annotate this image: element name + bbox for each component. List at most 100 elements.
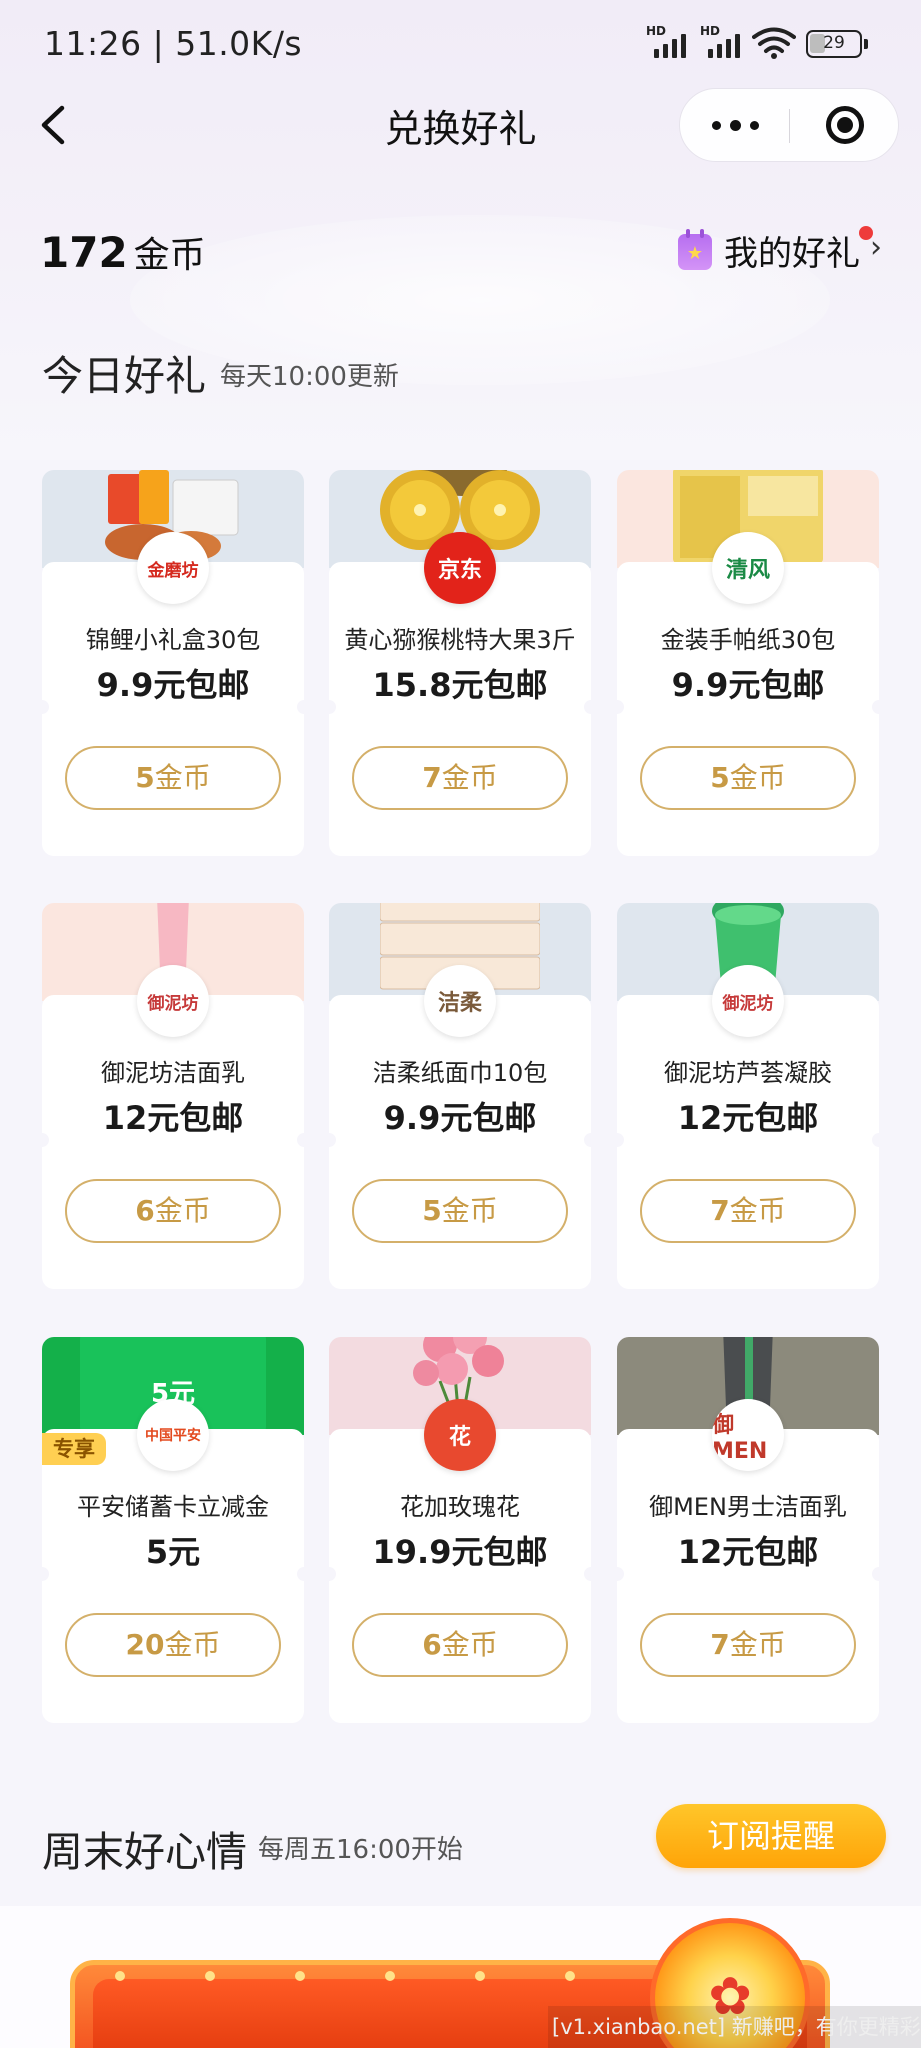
redeem-cost: 20 bbox=[125, 1628, 165, 1661]
product-card[interactable]: 御泥坊御泥坊芦荟凝胶 12元包邮 7金币 bbox=[617, 903, 879, 1289]
brand-logo-icon: 御泥坊 bbox=[137, 965, 209, 1037]
weekend-section-subtitle: 每周五16:00开始 bbox=[258, 1835, 463, 1865]
brand-logo-text: 京东 bbox=[437, 558, 482, 583]
product-name: 金装手帕纸30包 bbox=[660, 626, 836, 654]
product-body bbox=[617, 1429, 879, 1723]
redeem-button[interactable]: 6金币 bbox=[352, 1613, 568, 1677]
product-body bbox=[42, 562, 304, 856]
product-price: 12元包邮 bbox=[102, 1099, 244, 1137]
redeem-cost-unit: 金币 bbox=[441, 1194, 498, 1227]
redeem-button[interactable]: 7金币 bbox=[640, 1613, 856, 1677]
product-body bbox=[329, 995, 591, 1289]
product-name: 花加玫瑰花 bbox=[400, 1493, 520, 1521]
signal-2-icon: HD bbox=[700, 24, 744, 60]
redeem-cost: 5 bbox=[710, 761, 730, 794]
product-body bbox=[617, 562, 879, 856]
signal-1-icon: HD bbox=[646, 24, 690, 60]
brand-logo-text: 御泥坊 bbox=[147, 993, 199, 1014]
product-card[interactable]: 京东黄心猕猴桃特大果3斤 15.8元包邮 7金币 bbox=[329, 470, 591, 856]
product-card[interactable]: 花花加玫瑰花 19.9元包邮 6金币 bbox=[329, 1337, 591, 1723]
mini-program-capsule bbox=[679, 88, 899, 162]
product-name: 洁柔纸面巾10包 bbox=[372, 1059, 548, 1087]
more-dots-icon[interactable] bbox=[680, 89, 789, 161]
subscribe-reminder-button[interactable]: 订阅提醒 bbox=[656, 1804, 886, 1868]
brand-logo-text: 清风 bbox=[725, 558, 770, 583]
redeem-button[interactable]: 6金币 bbox=[65, 1179, 281, 1243]
product-name: 御MEN男士洁面乳 bbox=[649, 1493, 847, 1521]
product-name: 黄心猕猴桃特大果3斤 bbox=[344, 626, 576, 654]
redeem-cost: 7 bbox=[422, 761, 442, 794]
brand-logo-text: 中国平安 bbox=[145, 1428, 201, 1444]
redeem-cost-unit: 金币 bbox=[441, 1628, 498, 1661]
redeem-button[interactable]: 7金币 bbox=[352, 746, 568, 810]
brand-logo-text: 金磨坊 bbox=[147, 560, 199, 581]
redeem-cost-unit: 金币 bbox=[154, 761, 211, 794]
product-price: 12元包邮 bbox=[677, 1099, 819, 1137]
brand-logo-icon: 御MEN bbox=[712, 1399, 784, 1471]
brand-logo-icon: 花 bbox=[424, 1399, 496, 1471]
coin-count: 172 bbox=[40, 228, 128, 277]
wifi-icon bbox=[752, 27, 796, 59]
brand-logo-icon: 京东 bbox=[424, 532, 496, 604]
product-price: 9.9元包邮 bbox=[383, 1099, 537, 1137]
redeem-cost-unit: 金币 bbox=[441, 761, 498, 794]
brand-logo-icon: 洁柔 bbox=[424, 965, 496, 1037]
brand-logo-text: 御泥坊 bbox=[722, 993, 774, 1014]
watermark-text: [v1.xianbao.net] 新赚吧，有你更精彩！ bbox=[548, 2006, 921, 2048]
product-card[interactable]: 5元 中国平安 专享 平安储蓄卡立减金 5元 20金币 bbox=[42, 1337, 304, 1723]
chevron-right-icon: › bbox=[870, 230, 882, 265]
battery-level: 29 bbox=[823, 33, 845, 53]
calendar-star-icon: ★ bbox=[678, 229, 712, 270]
product-price: 12元包邮 bbox=[677, 1533, 819, 1571]
product-price: 19.9元包邮 bbox=[372, 1533, 548, 1571]
product-body bbox=[42, 1429, 304, 1723]
product-card[interactable]: 清风金装手帕纸30包 9.9元包邮 5金币 bbox=[617, 470, 879, 856]
product-card[interactable]: 金磨坊 锦鲤小礼盒30包 9.9元包邮 5金币 bbox=[42, 470, 304, 856]
coin-balance: 172 金币 bbox=[40, 226, 206, 278]
brand-logo-icon: 御泥坊 bbox=[712, 965, 784, 1037]
redeem-button[interactable]: 20金币 bbox=[65, 1613, 281, 1677]
redeem-cost: 5 bbox=[422, 1194, 442, 1227]
my-gifts-label: 我的好礼 bbox=[724, 234, 860, 274]
product-name: 平安储蓄卡立减金 bbox=[77, 1493, 269, 1521]
brand-logo-icon: 金磨坊 bbox=[137, 532, 209, 604]
redeem-cost-unit: 金币 bbox=[164, 1628, 221, 1661]
coin-unit: 金币 bbox=[133, 235, 206, 276]
redeem-cost-unit: 金币 bbox=[154, 1194, 211, 1227]
product-body bbox=[617, 995, 879, 1289]
product-body bbox=[329, 1429, 591, 1723]
redeem-button[interactable]: 7金币 bbox=[640, 1179, 856, 1243]
product-price: 9.9元包邮 bbox=[96, 666, 250, 704]
product-price: 9.9元包邮 bbox=[671, 666, 825, 704]
product-name: 御泥坊芦荟凝胶 bbox=[664, 1059, 832, 1087]
product-body bbox=[329, 562, 591, 856]
product-name: 御泥坊洁面乳 bbox=[101, 1059, 245, 1087]
redeem-cost-unit: 金币 bbox=[729, 1194, 786, 1227]
redeem-button[interactable]: 5金币 bbox=[65, 746, 281, 810]
weekend-section-title: 周末好心情 bbox=[42, 1828, 247, 1876]
brand-logo-text: 花 bbox=[448, 1425, 471, 1450]
redeem-cost: 6 bbox=[422, 1628, 442, 1661]
brand-logo-icon: 中国平安 bbox=[137, 1399, 209, 1471]
product-card[interactable]: 御泥坊御泥坊洁面乳 12元包邮 6金币 bbox=[42, 903, 304, 1289]
status-bar: 11:26 | 51.0K/s HD HD 29 bbox=[0, 0, 921, 86]
battery-icon: 29 bbox=[806, 30, 868, 58]
brand-logo-text: 御MEN bbox=[712, 1412, 768, 1464]
target-circle-icon[interactable] bbox=[790, 89, 899, 161]
back-arrow-icon[interactable] bbox=[36, 100, 76, 150]
redeem-button[interactable]: 5金币 bbox=[640, 746, 856, 810]
exclusive-tag: 专享 bbox=[42, 1433, 106, 1465]
redeem-cost-unit: 金币 bbox=[729, 761, 786, 794]
product-price: 5元 bbox=[145, 1533, 201, 1571]
product-price: 15.8元包邮 bbox=[372, 666, 548, 704]
status-time: 11:26 | 51.0K/s bbox=[44, 24, 303, 63]
product-card[interactable]: 洁柔洁柔纸面巾10包 9.9元包邮 5金币 bbox=[329, 903, 591, 1289]
redeem-button[interactable]: 5金币 bbox=[352, 1179, 568, 1243]
product-card[interactable]: 御MEN 御MEN男士洁面乳 12元包邮 7金币 bbox=[617, 1337, 879, 1723]
redeem-cost: 6 bbox=[135, 1194, 155, 1227]
redeem-cost-unit: 金币 bbox=[729, 1628, 786, 1661]
today-section-title: 今日好礼 bbox=[42, 352, 206, 400]
brand-logo-icon: 清风 bbox=[712, 532, 784, 604]
today-section-subtitle: 每天10:00更新 bbox=[220, 362, 399, 392]
redeem-cost: 7 bbox=[710, 1628, 730, 1661]
